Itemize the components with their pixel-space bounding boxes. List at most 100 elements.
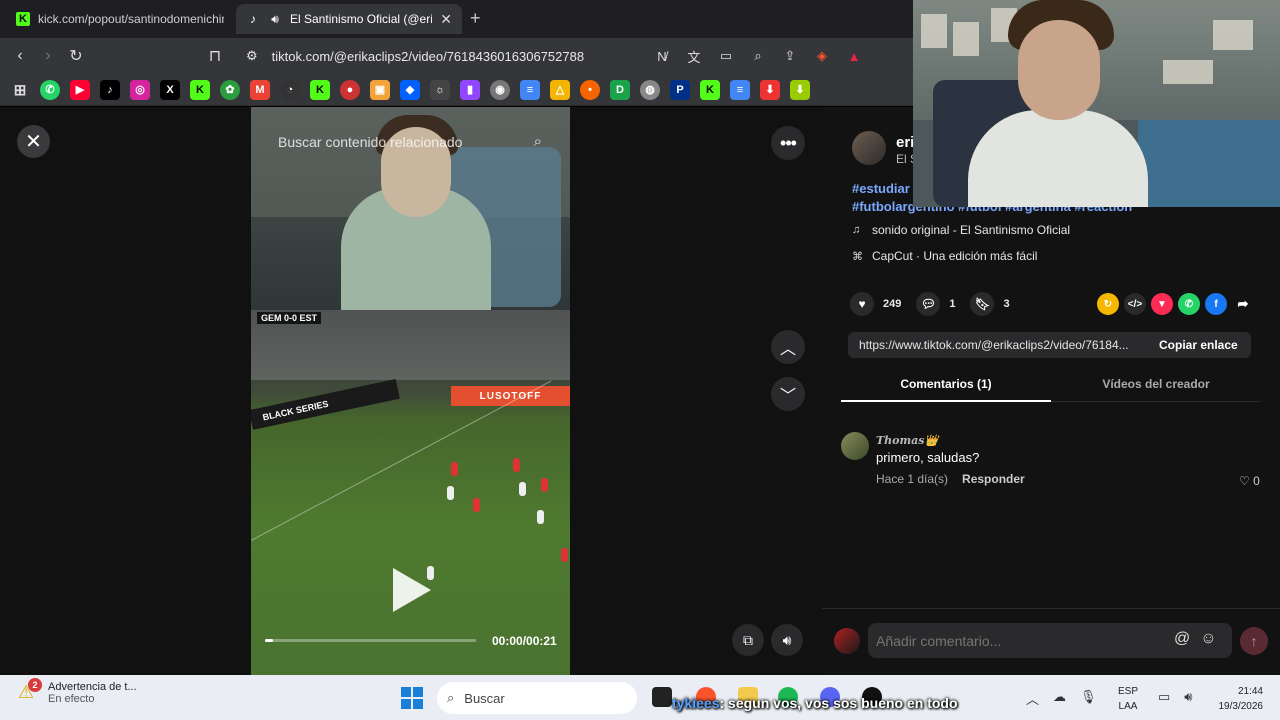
extension-icon[interactable]: ▣ (370, 79, 390, 100)
github-icon[interactable]: ◔ (280, 79, 300, 100)
comment-icon[interactable]: 💬︎ (916, 292, 941, 316)
video[interactable]: Buscar contenido relacionado ⌕ GEM 0-0 E… (251, 107, 570, 675)
next-video-icon[interactable]: ﹀ (771, 377, 805, 411)
language-indicator[interactable]: ESP LAA (1118, 684, 1138, 714)
repost-icon[interactable]: ↻ (1097, 293, 1119, 315)
taskbar-search[interactable]: ⌕ Buscar (437, 682, 637, 714)
kick-icon[interactable]: K (190, 79, 210, 100)
forward-icon[interactable]: › (38, 46, 58, 66)
gmail-icon[interactable]: M (250, 79, 270, 100)
microphone-icon[interactable]: 🎙︎ (1080, 689, 1097, 708)
volume-icon[interactable]: 🔊︎ (771, 624, 803, 656)
comment-like-count: 0 (1253, 474, 1260, 488)
brave-shield-icon[interactable]: ◈ (812, 46, 832, 66)
like-icon[interactable]: ♥ (850, 292, 874, 316)
extension-icon[interactable]: ✿ (220, 79, 240, 100)
kick-icon[interactable]: K (310, 79, 330, 100)
author-name[interactable]: eri (896, 134, 914, 151)
site-settings-icon[interactable]: ⚙ (246, 48, 258, 64)
network-icon[interactable]: ▭ (1158, 689, 1170, 705)
notification-subtitle: En efecto (48, 693, 95, 705)
instagram-icon[interactable]: ◎ (130, 79, 150, 100)
translate-icon[interactable]: 文 (684, 46, 704, 66)
cast-icon[interactable]: ▭ (716, 46, 736, 66)
sound-link[interactable]: ♫ sonido original - El Santinismo Oficia… (852, 223, 1070, 237)
apps-grid-icon[interactable]: ⊞ (10, 80, 30, 100)
tab-kick[interactable]: K kick.com/popout/santinodomenichin (6, 4, 234, 34)
arrow-icon[interactable]: ⬇ (790, 79, 810, 100)
video-link[interactable]: https://www.tiktok.com/@erikaclips2/vide… (848, 338, 1143, 352)
play-icon[interactable] (393, 568, 431, 612)
no-translate-icon[interactable]: N̸ (652, 46, 672, 66)
sound-label: sonido original - El Santinismo Oficial (872, 223, 1071, 237)
tiktok-icon[interactable]: ♪ (100, 79, 120, 100)
emoji-icon[interactable]: ☺ (1200, 630, 1216, 648)
copy-link-button[interactable]: Copiar enlace (1143, 338, 1238, 352)
heart-icon[interactable]: ♡ (1239, 474, 1250, 488)
x-icon[interactable]: X (160, 79, 180, 100)
youtube-icon[interactable]: ▶ (70, 79, 90, 100)
more-options-icon[interactable]: ••• (771, 126, 805, 160)
close-icon[interactable]: ✕ (17, 125, 50, 158)
tab-creator-videos[interactable]: Vídeos del creador (1051, 372, 1261, 402)
scorebug: GEM 0-0 EST (257, 312, 322, 324)
back-icon[interactable]: ‹ (10, 46, 30, 66)
like-count: 249 (883, 298, 902, 310)
chevron-up-icon[interactable]: ︿ (1026, 689, 1039, 708)
notification-widget[interactable]: ⚠ 2 Advertencia de t... En efecto (18, 678, 137, 705)
comment-like[interactable]: ♡ 0 (1239, 474, 1260, 488)
drive-icon[interactable]: △ (550, 79, 570, 100)
tab-title: kick.com/popout/santinodomenichin (38, 12, 224, 26)
tab-comments[interactable]: Comentarios (1) (841, 372, 1051, 402)
extension-icon[interactable]: ☼ (430, 79, 450, 100)
d-icon[interactable]: D (610, 79, 630, 100)
task-view-icon[interactable] (652, 687, 672, 707)
download-icon[interactable]: ⬇ (760, 79, 780, 100)
extension-icon[interactable]: ◉ (490, 79, 510, 100)
comment-username[interactable]: Thomas👑 (876, 434, 938, 447)
previous-video-icon[interactable]: ︿ (771, 330, 805, 364)
mention-icon[interactable]: @ (1174, 630, 1190, 648)
save-icon[interactable]: 🔖︎ (970, 292, 995, 316)
extension-icon[interactable]: • (580, 79, 600, 100)
notification-title: Advertencia de t... (48, 681, 137, 693)
mini-player-icon[interactable]: ⧉ (732, 624, 764, 656)
close-tab-icon[interactable]: ✕ (440, 11, 452, 28)
bookmark-icon[interactable]: ⊓ (205, 46, 225, 66)
reload-icon[interactable]: ↻ (66, 46, 86, 66)
reply-button[interactable]: Responder (962, 472, 1025, 486)
docs-icon[interactable]: ≡ (730, 79, 750, 100)
facebook-icon[interactable]: f (1205, 293, 1227, 315)
docs-icon[interactable]: ≡ (520, 79, 540, 100)
brave-rewards-icon[interactable]: ▲ (844, 46, 864, 66)
clock[interactable]: 21:44 19/3/2026 (1210, 684, 1264, 714)
tab-tiktok[interactable]: ♪ 🔊︎ El Santinismo Oficial (@erikac ✕ (236, 4, 462, 34)
search-icon[interactable]: ⌕ (534, 133, 542, 150)
whatsapp-icon[interactable]: ✆ (40, 79, 60, 100)
paypal-icon[interactable]: P (670, 79, 690, 100)
avatar[interactable] (852, 131, 886, 165)
capcut-link[interactable]: ⌘ CapCut · Una edición más fácil (852, 249, 1037, 263)
share-icon[interactable]: ➦ (1232, 293, 1254, 315)
avatar[interactable] (841, 432, 869, 460)
twitch-icon[interactable]: ▮ (460, 79, 480, 100)
cloud-icon[interactable]: ☁ (1053, 689, 1066, 708)
dropbox-icon[interactable]: ◆ (400, 79, 420, 100)
audio-playing-icon[interactable]: 🔊︎ (268, 12, 282, 26)
globe-icon[interactable]: ◍ (640, 79, 660, 100)
send-comment-button[interactable]: ↑ (1240, 627, 1268, 655)
zoom-icon[interactable]: ⌕ (748, 46, 768, 66)
video-progress-fill (265, 639, 274, 642)
speaker-icon[interactable]: 🔊︎ (1184, 689, 1192, 705)
send-to-friends-icon[interactable]: ▼ (1151, 293, 1173, 315)
embed-icon[interactable]: </> (1124, 293, 1146, 315)
kick-icon[interactable]: K (700, 79, 720, 100)
new-tab-button[interactable]: + (470, 8, 481, 29)
record-icon[interactable]: ● (340, 79, 360, 100)
whatsapp-icon[interactable]: ✆ (1178, 293, 1200, 315)
windows-start-icon[interactable] (401, 687, 423, 709)
related-search-input[interactable]: Buscar contenido relacionado ⌕ (251, 127, 570, 157)
video-progress-bar[interactable] (265, 639, 476, 642)
capcut-icon: ⌘ (852, 250, 863, 263)
share-icon[interactable]: ⇪ (780, 46, 800, 66)
